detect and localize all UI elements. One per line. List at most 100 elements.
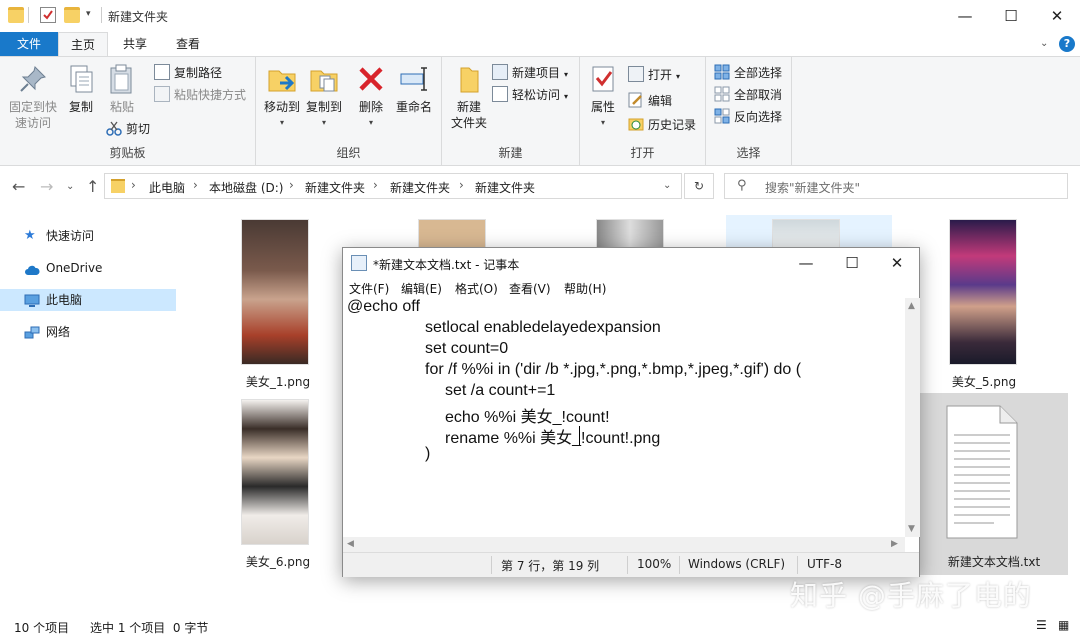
invert-selection-button[interactable]: 反向选择 xyxy=(714,107,782,127)
maximize-button[interactable]: ☐ xyxy=(988,0,1034,32)
paste-button[interactable]: 粘贴 xyxy=(104,63,140,115)
move-to-button[interactable]: 移动到 ▾ xyxy=(260,63,304,131)
tab-file[interactable]: 文件 xyxy=(0,32,58,56)
select-none-button[interactable]: 全部取消 xyxy=(714,85,782,105)
help-icon[interactable]: ? xyxy=(1059,36,1075,52)
large-icons-view-icon[interactable]: ▦ xyxy=(1058,618,1069,632)
image-thumbnail xyxy=(241,219,309,365)
nav-this-pc[interactable]: 此电脑 xyxy=(0,289,176,311)
scroll-up-icon[interactable]: ▲ xyxy=(908,301,915,311)
notepad-minimize-button[interactable]: — xyxy=(783,248,829,278)
pin-quick-access-button[interactable]: 固定到快 速访问 xyxy=(4,63,62,131)
status-bar: 10 个项目 选中 1 个项目 0 字节 ☰ ▦ xyxy=(0,612,1080,639)
move-to-icon xyxy=(266,63,298,95)
copy-to-button[interactable]: 复制到 ▾ xyxy=(302,63,346,131)
collapse-ribbon-icon[interactable]: ⌄ xyxy=(1040,38,1048,49)
scroll-left-icon[interactable]: ◀ xyxy=(347,539,354,549)
divider xyxy=(627,556,628,574)
new-folder-button[interactable]: 新建 文件夹 xyxy=(446,63,492,131)
image-thumbnail[interactable] xyxy=(596,219,664,249)
vertical-scrollbar[interactable]: ▲ ▼ xyxy=(905,298,920,537)
chevron-right-icon: › xyxy=(373,178,378,192)
tab-home[interactable]: 主页 xyxy=(58,32,108,56)
open-icon xyxy=(628,66,644,82)
image-thumbnail[interactable] xyxy=(418,219,486,249)
easy-access-label: 轻松访问 xyxy=(512,88,561,102)
edit-button[interactable]: 编辑 xyxy=(628,91,672,111)
paste-icon xyxy=(106,63,138,95)
nav-onedrive[interactable]: OneDrive xyxy=(0,257,176,279)
copy-path-button[interactable]: 复制路径 xyxy=(154,63,222,83)
breadcrumb-folder-1[interactable]: 新建文件夹 xyxy=(305,179,365,196)
customize-qa-dropdown-icon[interactable]: ▾ xyxy=(86,9,102,25)
easy-access-button[interactable]: 轻松访问 ▾ xyxy=(492,85,568,105)
history-icon xyxy=(628,116,644,132)
chevron-down-icon: ▾ xyxy=(321,118,326,127)
ribbon: 固定到快 速访问 复制 粘贴 复制路径 粘贴快捷方式 剪切 剪贴板 移动到 ▾ … xyxy=(0,56,1080,166)
notepad-maximize-button[interactable]: ☐ xyxy=(829,248,875,278)
delete-button[interactable]: 删除 ▾ xyxy=(354,63,388,131)
new-folder-label-line1: 新建 xyxy=(456,100,481,114)
back-arrow-icon[interactable]: ← xyxy=(12,177,25,196)
close-button[interactable]: ✕ xyxy=(1034,0,1080,32)
recent-locations-chevron-icon[interactable]: ⌄ xyxy=(66,181,74,192)
tab-share[interactable]: 共享 xyxy=(110,32,160,56)
menu-file[interactable]: 文件(F) xyxy=(349,280,389,297)
rename-label: 重命名 xyxy=(395,100,432,114)
notepad-text-area[interactable]: @echo off setlocal enabledelayedexpansio… xyxy=(343,298,905,537)
forward-arrow-icon[interactable]: → xyxy=(40,177,53,196)
history-button[interactable]: 历史记录 xyxy=(628,115,696,135)
search-icon: ⚲ xyxy=(737,178,747,193)
nav-network[interactable]: 网络 xyxy=(0,321,176,343)
code-line: set /a count+=1 xyxy=(445,382,556,399)
horizontal-scrollbar[interactable]: ◀ ▶ xyxy=(343,537,905,552)
file-item[interactable]: 美女_1.png xyxy=(220,215,336,395)
tab-view[interactable]: 查看 xyxy=(163,32,213,56)
easy-access-icon xyxy=(492,86,508,102)
breadcrumb-folder-2[interactable]: 新建文件夹 xyxy=(390,179,450,196)
copy-button[interactable]: 复制 xyxy=(64,63,98,115)
minimize-button[interactable]: — xyxy=(942,0,988,32)
menu-help[interactable]: 帮助(H) xyxy=(564,280,606,297)
image-thumbnail[interactable] xyxy=(772,219,840,249)
chevron-right-icon: › xyxy=(459,178,464,192)
menu-format[interactable]: 格式(O) xyxy=(455,280,498,297)
nav-quick-access[interactable]: ★ 快速访问 xyxy=(0,225,176,247)
file-item-selected[interactable]: 新建文本文档.txt xyxy=(920,393,1068,575)
search-box[interactable]: ⚲ 搜索"新建文件夹" xyxy=(724,173,1068,199)
nav-label: OneDrive xyxy=(46,261,103,275)
up-arrow-icon[interactable]: ↑ xyxy=(86,177,99,196)
breadcrumb-folder-3[interactable]: 新建文件夹 xyxy=(475,179,535,196)
properties-qa-icon[interactable] xyxy=(40,7,56,23)
code-line: set count=0 xyxy=(425,340,509,357)
menu-edit[interactable]: 编辑(E) xyxy=(401,280,442,297)
refresh-button[interactable]: ↻ xyxy=(684,173,714,199)
details-view-icon[interactable]: ☰ xyxy=(1036,618,1047,632)
zoom-level: 100% xyxy=(637,557,672,571)
properties-label: 属性 xyxy=(590,100,615,114)
notepad-menu-bar: 文件(F) 编辑(E) 格式(O) 查看(V) 帮助(H) xyxy=(343,278,919,298)
copy-to-icon xyxy=(308,63,340,95)
select-all-button[interactable]: 全部选择 xyxy=(714,63,782,83)
file-item[interactable]: 美女_6.png xyxy=(220,393,336,573)
chevron-down-icon: ▾ xyxy=(564,92,569,101)
breadcrumb-this-pc[interactable]: 此电脑 xyxy=(149,179,185,196)
address-bar[interactable]: › 此电脑 › 本地磁盘 (D:) › 新建文件夹 › 新建文件夹 › 新建文件… xyxy=(104,173,682,199)
address-dropdown-chevron-icon[interactable]: ⌄ xyxy=(663,180,671,191)
new-item-button[interactable]: 新建项目 ▾ xyxy=(492,63,568,83)
menu-view[interactable]: 查看(V) xyxy=(509,280,551,297)
rename-button[interactable]: 重命名 xyxy=(392,63,436,115)
select-group: 全部选择 全部取消 反向选择 选择 xyxy=(706,57,792,165)
scroll-down-icon[interactable]: ▼ xyxy=(908,524,915,534)
cut-button[interactable]: 剪切 xyxy=(106,119,150,139)
properties-button[interactable]: 属性 ▾ xyxy=(584,63,622,131)
select-none-label: 全部取消 xyxy=(734,88,783,102)
chevron-right-icon: › xyxy=(289,178,294,192)
breadcrumb-drive-d[interactable]: 本地磁盘 (D:) xyxy=(209,179,283,196)
notepad-close-button[interactable]: ✕ xyxy=(874,248,920,278)
file-item[interactable]: 美女_5.png xyxy=(926,215,1042,395)
paste-shortcut-button[interactable]: 粘贴快捷方式 xyxy=(154,85,246,105)
new-folder-qa-icon[interactable] xyxy=(64,7,80,23)
open-button[interactable]: 打开 ▾ xyxy=(628,65,680,85)
scroll-right-icon[interactable]: ▶ xyxy=(891,539,898,549)
